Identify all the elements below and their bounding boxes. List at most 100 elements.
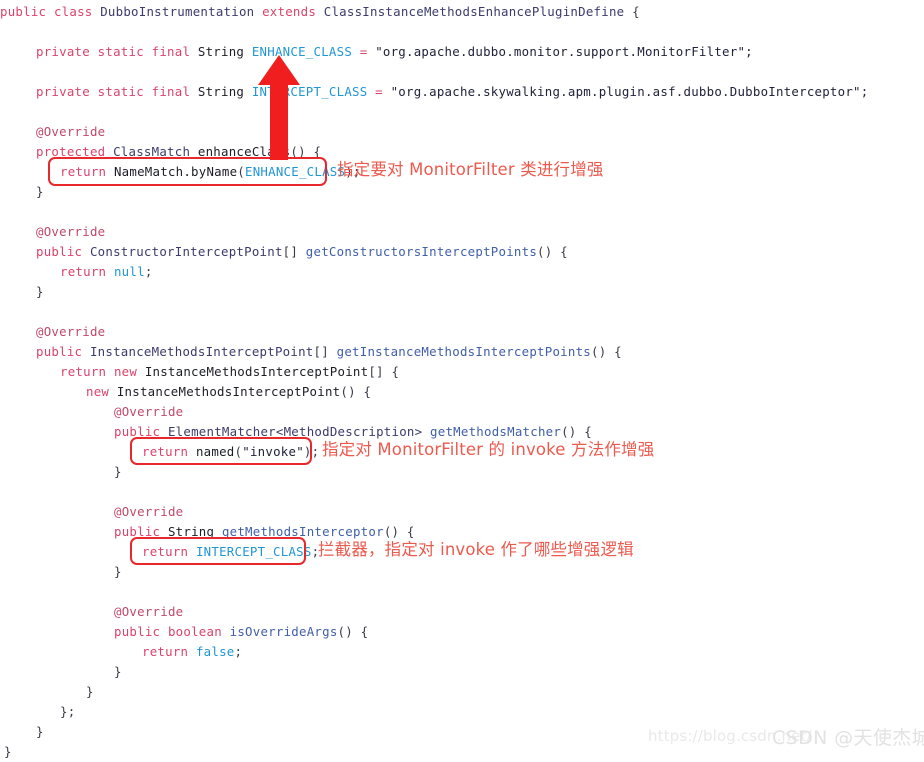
code-token-lit: null bbox=[113, 264, 145, 279]
code-token-kw: return bbox=[60, 164, 114, 179]
code-token-plain: named bbox=[195, 444, 235, 459]
code-line: } bbox=[0, 682, 94, 702]
code-token-kw: protected bbox=[36, 144, 114, 159]
code-token-str: "invoke" bbox=[242, 444, 304, 459]
code-line: return NameMatch.byName(ENHANCE_CLASS); bbox=[0, 162, 361, 182]
code-line: @Override bbox=[0, 222, 105, 242]
code-token-plain: InstanceMethodsInterceptPoint bbox=[144, 364, 369, 379]
code-line: @Override bbox=[0, 322, 105, 342]
code-token-kw: public bbox=[36, 244, 90, 259]
code-token-kw: return bbox=[60, 264, 114, 279]
code-token-plain: String bbox=[167, 524, 222, 539]
code-token-str: "org.apache.dubbo.monitor.support.Monito… bbox=[375, 44, 753, 59]
code-line: } bbox=[0, 462, 122, 482]
code-token-ann: @Override bbox=[36, 324, 106, 339]
code-token-ann: @Override bbox=[114, 504, 184, 519]
code-line: } bbox=[0, 722, 44, 742]
code-line: return null; bbox=[0, 262, 153, 282]
code-token-punc: () { bbox=[383, 524, 415, 539]
code-token-plain: String bbox=[197, 44, 252, 59]
code-token-kw: return bbox=[60, 364, 114, 379]
code-token-punc: } bbox=[36, 284, 44, 299]
code-token-punc: } bbox=[36, 184, 44, 199]
code-token-kw: private static final bbox=[36, 44, 198, 59]
code-line: public InstanceMethodsInterceptPoint[] g… bbox=[0, 342, 622, 362]
code-token-kw: public boolean bbox=[114, 624, 230, 639]
code-line: @Override bbox=[0, 402, 183, 422]
code-line: return false; bbox=[0, 642, 242, 662]
code-token-kw: new bbox=[86, 384, 117, 399]
code-line: @Override bbox=[0, 502, 183, 522]
code-token-fn: getMethodsMatcher bbox=[430, 424, 562, 439]
code-line: private static final String ENHANCE_CLAS… bbox=[0, 42, 753, 62]
code-token-punc: ( bbox=[237, 164, 246, 179]
code-token-punc: { bbox=[632, 4, 640, 19]
code-token-kw: extends bbox=[262, 4, 324, 19]
code-token-kw: private static final bbox=[36, 84, 198, 99]
code-token-kw: public class bbox=[0, 4, 101, 19]
code-token-kw: public bbox=[36, 344, 90, 359]
code-token-kw: public bbox=[114, 424, 168, 439]
code-token-punc: ; bbox=[144, 264, 153, 279]
code-token-punc: [] bbox=[313, 344, 337, 359]
code-token-type: ClassMatch bbox=[113, 144, 198, 159]
code-token-punc: () { bbox=[337, 624, 369, 639]
code-line: return named("invoke"); bbox=[0, 442, 319, 462]
code-token-fn: getConstructorsInterceptPoints bbox=[305, 244, 538, 259]
code-token-type: InstanceMethodsInterceptPoint bbox=[89, 344, 314, 359]
code-line: public ConstructorInterceptPoint[] getCo… bbox=[0, 242, 568, 262]
code-line: } bbox=[0, 282, 44, 302]
code-token-kw: return bbox=[142, 644, 196, 659]
code-token-ann: @Override bbox=[114, 404, 184, 419]
code-line: private static final String INTERCEPT_CL… bbox=[0, 82, 868, 102]
code-token-punc: }; bbox=[60, 704, 76, 719]
code-token-punc: () { bbox=[561, 424, 592, 439]
code-token-punc: ; bbox=[234, 644, 243, 659]
code-token-punc: } bbox=[86, 684, 94, 699]
code-line: protected ClassMatch enhanceClass() { bbox=[0, 142, 321, 162]
code-token-ann: @Override bbox=[36, 124, 106, 139]
code-token-kw: public bbox=[114, 524, 168, 539]
code-token-punc: () { bbox=[340, 384, 372, 399]
code-token-const: INTERCEPT_CLASS bbox=[195, 544, 312, 559]
code-token-kw: new bbox=[113, 364, 145, 379]
code-token-kw: = bbox=[359, 44, 376, 59]
code-token-type: ElementMatcher<MethodDescription> bbox=[167, 424, 431, 439]
note-enhance-class: 指定要对 MonitorFilter 类进行增强 bbox=[337, 160, 604, 179]
code-token-plain: String bbox=[197, 84, 252, 99]
code-token-punc: [] { bbox=[368, 364, 400, 379]
code-token-punc: () { bbox=[590, 344, 622, 359]
code-token-type: ConstructorInterceptPoint bbox=[89, 244, 283, 259]
code-line: public String getMethodsInterceptor() { bbox=[0, 522, 415, 542]
code-token-const: ENHANCE_CLASS bbox=[245, 164, 346, 179]
code-line: } bbox=[0, 182, 44, 202]
code-token-punc: } bbox=[114, 564, 122, 579]
code-token-ann: @Override bbox=[114, 604, 184, 619]
code-line: @Override bbox=[0, 602, 183, 622]
code-token-punc: ); bbox=[303, 444, 320, 459]
code-token-punc: } bbox=[36, 724, 44, 739]
code-token-kw: return bbox=[142, 444, 196, 459]
code-token-punc: } bbox=[114, 664, 122, 679]
code-token-str: "org.apache.skywalking.apm.plugin.asf.du… bbox=[390, 84, 869, 99]
code-line: public boolean isOverrideArgs() { bbox=[0, 622, 368, 642]
code-line: } bbox=[0, 562, 122, 582]
code-line: return INTERCEPT_CLASS; bbox=[0, 542, 319, 562]
code-token-fn: isOverrideArgs bbox=[229, 624, 338, 639]
code-token-ann: @Override bbox=[36, 224, 106, 239]
code-line: public class DubboInstrumentation extend… bbox=[0, 2, 640, 22]
code-line: }; bbox=[0, 702, 75, 722]
code-line: @Override bbox=[0, 122, 105, 142]
code-token-punc: () { bbox=[290, 144, 322, 159]
note-invoke-method: 指定对 MonitorFilter 的 invoke 方法作增强 bbox=[322, 440, 655, 459]
code-token-punc: } bbox=[114, 464, 122, 479]
code-token-plain: InstanceMethodsInterceptPoint bbox=[116, 384, 341, 399]
code-token-fn: getInstanceMethodsInterceptPoints bbox=[336, 344, 591, 359]
code-token-punc: () { bbox=[537, 244, 568, 259]
code-token-const: INTERCEPT_CLASS bbox=[251, 84, 376, 99]
code-token-type: DubboInstrumentation bbox=[100, 4, 263, 19]
code-line: public ElementMatcher<MethodDescription>… bbox=[0, 422, 592, 442]
code-token-punc: [] bbox=[282, 244, 306, 259]
code-token-fn: getMethodsInterceptor bbox=[221, 524, 384, 539]
note-interceptor: 拦截器，指定对 invoke 作了哪些增强逻辑 bbox=[318, 540, 634, 559]
